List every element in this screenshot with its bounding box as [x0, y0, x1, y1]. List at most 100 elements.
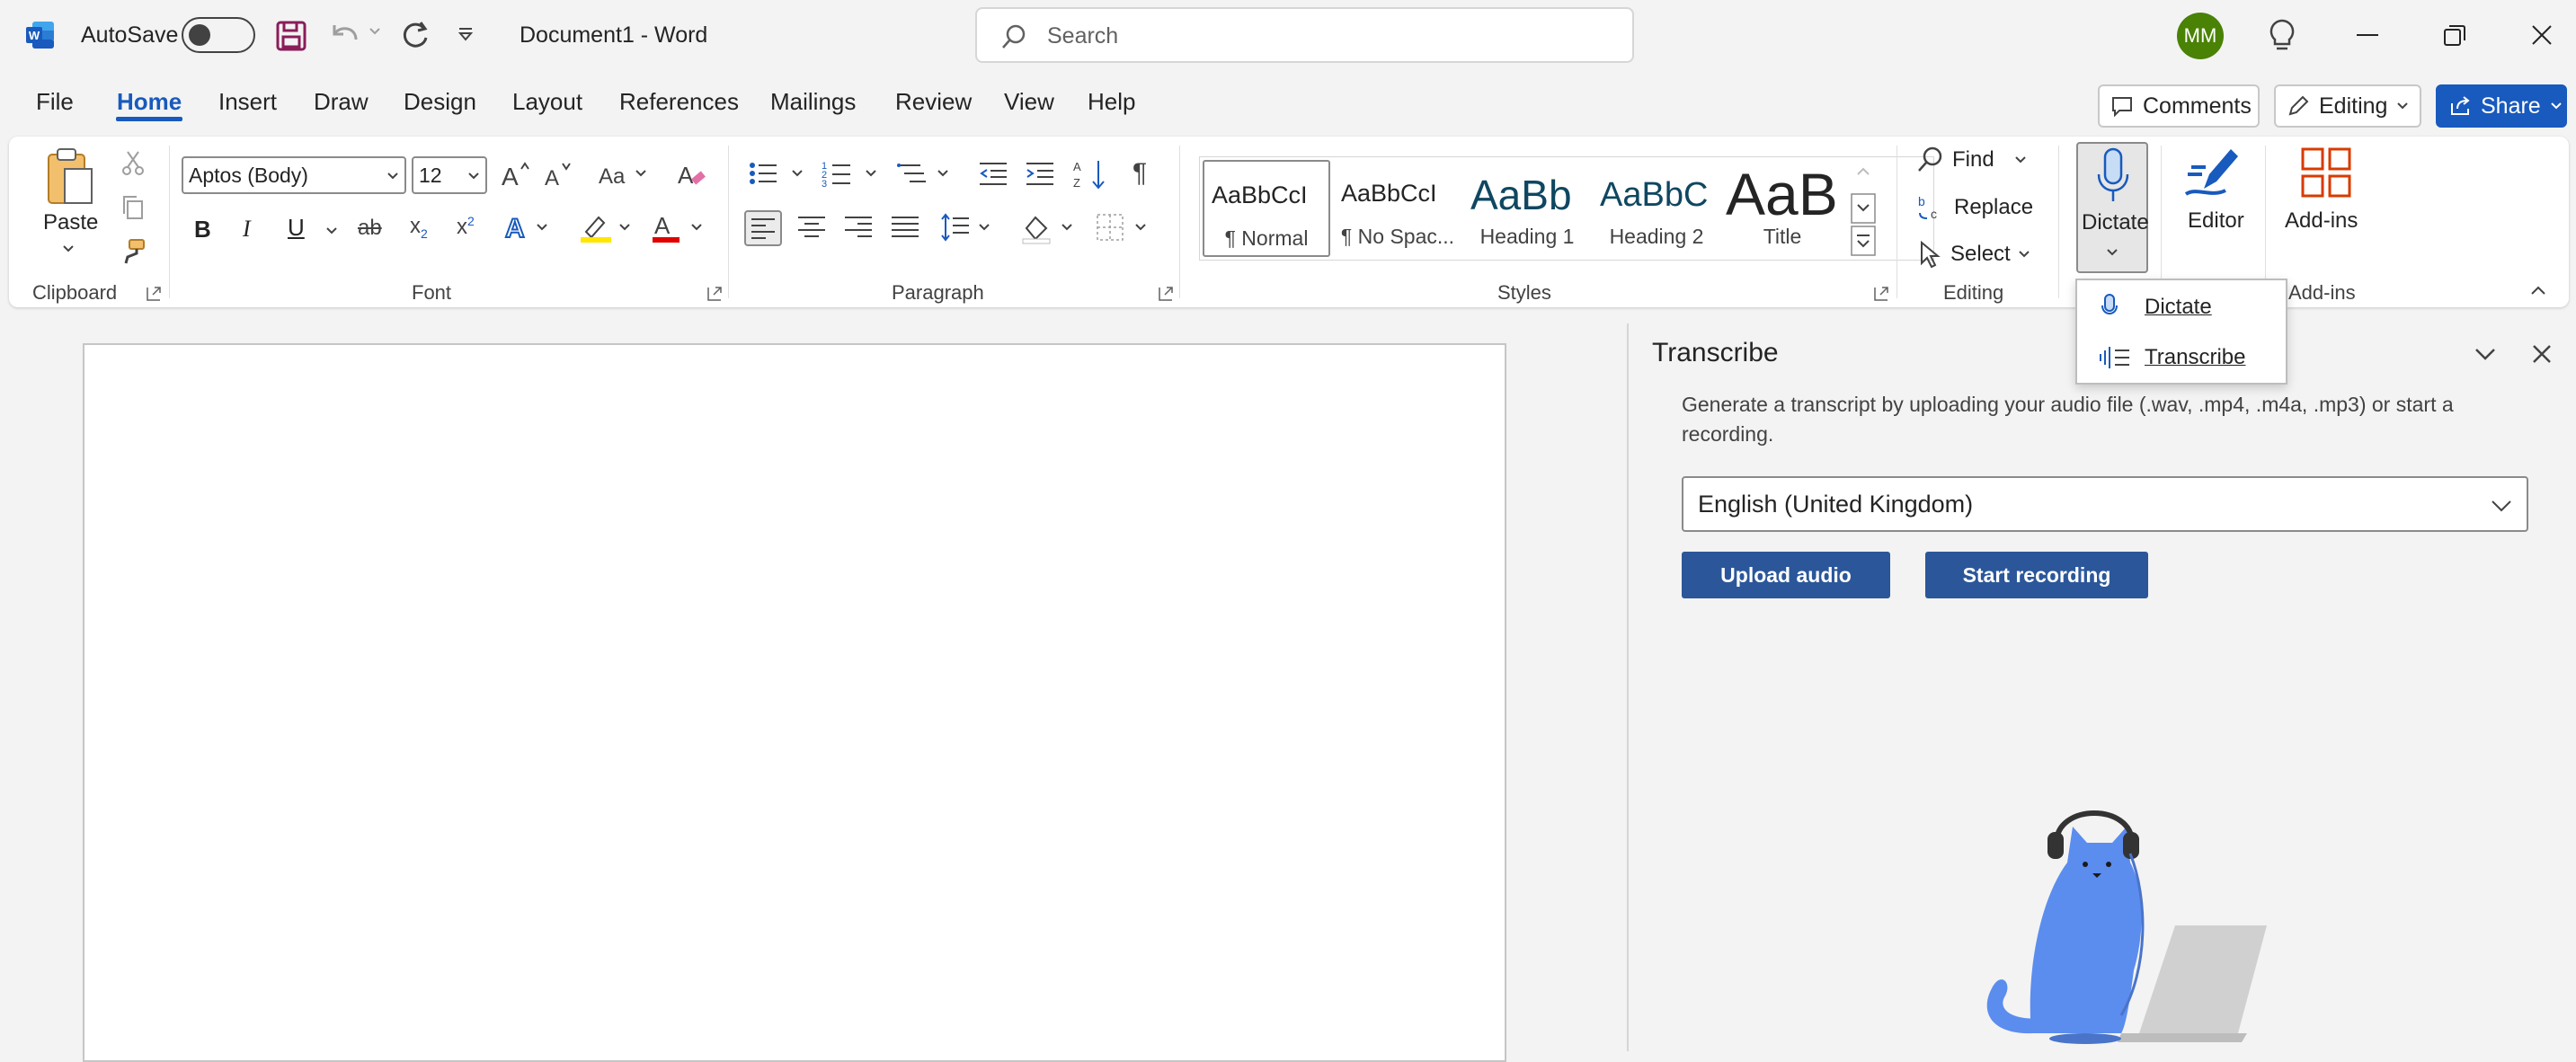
- font-color-icon[interactable]: A: [651, 212, 706, 244]
- style-normal[interactable]: AaBbCcI ¶ Normal: [1203, 160, 1330, 257]
- tab-home[interactable]: Home: [117, 88, 182, 116]
- bold-icon[interactable]: B: [194, 216, 211, 243]
- align-left-icon[interactable]: [744, 210, 782, 246]
- save-icon[interactable]: [275, 20, 307, 52]
- clipboard-group-label: Clipboard: [32, 281, 118, 304]
- show-formatting-icon[interactable]: ¶: [1133, 158, 1147, 189]
- multilevel-list-icon[interactable]: [895, 158, 956, 189]
- clear-formatting-icon[interactable]: A: [676, 158, 708, 190]
- undo-icon[interactable]: [329, 22, 361, 50]
- styles-scroll[interactable]: [1850, 160, 1877, 257]
- superscript-icon[interactable]: x2: [457, 214, 475, 240]
- borders-icon[interactable]: [1095, 212, 1152, 243]
- collapse-ribbon-icon[interactable]: [2529, 284, 2547, 296]
- start-recording-button[interactable]: Start recording: [1925, 552, 2148, 598]
- tab-mailings[interactable]: Mailings: [770, 88, 856, 116]
- italic-icon[interactable]: I: [243, 216, 251, 243]
- editor-button[interactable]: Editor: [2173, 142, 2254, 241]
- lightbulb-icon[interactable]: [2267, 18, 2297, 52]
- change-case-icon[interactable]: Aa: [597, 160, 651, 190]
- active-tab-indicator: [116, 117, 182, 121]
- editing-mode-button[interactable]: Editing: [2274, 84, 2421, 128]
- line-spacing-icon[interactable]: [940, 212, 998, 243]
- document-page[interactable]: [83, 343, 1506, 1062]
- tab-view[interactable]: View: [1004, 88, 1054, 116]
- increase-indent-icon[interactable]: [1025, 160, 1055, 187]
- restore-icon[interactable]: [2443, 23, 2466, 47]
- addins-button[interactable]: Add-ins: [2278, 142, 2376, 241]
- svg-text:A: A: [502, 163, 519, 190]
- shading-icon[interactable]: [1021, 212, 1079, 244]
- tab-references[interactable]: References: [619, 88, 739, 116]
- tab-insert[interactable]: Insert: [218, 88, 277, 116]
- chevron-down-icon: [467, 172, 480, 181]
- subscript-icon[interactable]: x2: [410, 214, 428, 241]
- sort-icon[interactable]: AZ: [1073, 158, 1109, 190]
- cut-icon[interactable]: [120, 149, 146, 176]
- chevron-down-icon[interactable]: [2474, 347, 2497, 361]
- strikethrough-icon[interactable]: ab: [358, 216, 382, 241]
- highlight-color-icon[interactable]: [579, 212, 635, 244]
- svg-text:c: c: [1931, 207, 1937, 221]
- share-button[interactable]: Share: [2436, 84, 2567, 128]
- numbering-icon[interactable]: 123: [822, 158, 883, 189]
- text-effects-icon[interactable]: A: [503, 212, 552, 243]
- close-icon[interactable]: [2531, 343, 2553, 365]
- align-center-icon[interactable]: [796, 212, 827, 243]
- transcribe-icon: [2097, 345, 2131, 370]
- addins-label: Add-ins: [2285, 208, 2358, 233]
- find-button[interactable]: Find: [1916, 146, 2027, 174]
- font-size-combo[interactable]: 12: [412, 156, 487, 194]
- menu-item-label: Transcribe: [2145, 345, 2246, 369]
- customize-icon[interactable]: [457, 27, 475, 43]
- redo-icon[interactable]: [399, 20, 431, 52]
- style-preview: AaB: [1726, 161, 1838, 227]
- tab-help[interactable]: Help: [1088, 88, 1135, 116]
- font-name-combo[interactable]: Aptos (Body): [182, 156, 406, 194]
- autosave-toggle[interactable]: [182, 17, 255, 53]
- format-painter-icon[interactable]: [119, 237, 147, 266]
- chevron-down-icon[interactable]: [369, 27, 381, 36]
- dialog-launcher-icon[interactable]: [1158, 286, 1174, 302]
- menu-item-dictate[interactable]: Dictate: [2077, 282, 2286, 331]
- bullets-icon[interactable]: [748, 158, 809, 189]
- copy-icon[interactable]: [120, 194, 146, 221]
- editing-label: Editing: [2319, 93, 2388, 119]
- chevron-down-icon[interactable]: [325, 226, 338, 235]
- tab-review[interactable]: Review: [895, 88, 972, 116]
- justify-icon[interactable]: [890, 212, 920, 243]
- language-select[interactable]: English (United Kingdom): [1682, 476, 2528, 532]
- group-separator: [2161, 146, 2162, 298]
- tab-draw[interactable]: Draw: [314, 88, 369, 116]
- style-heading-2[interactable]: AaBbC Heading 2: [1593, 160, 1720, 257]
- style-no-spacing[interactable]: AaBbCcI ¶ No Spac...: [1334, 160, 1461, 257]
- close-icon[interactable]: [2530, 23, 2554, 47]
- minimize-icon[interactable]: [2357, 34, 2378, 36]
- menu-item-transcribe[interactable]: Transcribe: [2077, 332, 2286, 381]
- chevron-down-icon[interactable]: [62, 244, 75, 253]
- avatar[interactable]: MM: [2177, 13, 2224, 59]
- grow-font-icon[interactable]: A: [500, 160, 532, 190]
- dialog-launcher-icon[interactable]: [706, 286, 723, 302]
- select-button[interactable]: Select: [1916, 240, 2030, 269]
- upload-audio-button[interactable]: Upload audio: [1682, 552, 1890, 598]
- dialog-launcher-icon[interactable]: [146, 286, 162, 302]
- decrease-indent-icon[interactable]: [978, 160, 1008, 187]
- chevron-down-icon: [2106, 248, 2119, 257]
- underline-icon[interactable]: U: [288, 214, 305, 242]
- style-title[interactable]: AaB Title: [1722, 160, 1850, 257]
- tab-design[interactable]: Design: [404, 88, 476, 116]
- comments-button[interactable]: Comments: [2098, 84, 2260, 128]
- replace-button[interactable]: bc Replace: [1916, 193, 2033, 222]
- search-input[interactable]: Search: [975, 7, 1634, 63]
- dialog-launcher-icon[interactable]: [1873, 286, 1889, 302]
- align-right-icon[interactable]: [843, 212, 874, 243]
- style-heading-1[interactable]: AaBb Heading 1: [1463, 160, 1591, 257]
- shrink-font-icon[interactable]: A: [543, 160, 575, 190]
- dictate-button[interactable]: Dictate: [2076, 142, 2149, 273]
- paste-label[interactable]: Paste: [43, 210, 98, 235]
- search-icon: [1916, 146, 1945, 174]
- paste-icon[interactable]: [43, 146, 97, 210]
- tab-layout[interactable]: Layout: [512, 88, 582, 116]
- tab-file[interactable]: File: [36, 88, 74, 116]
